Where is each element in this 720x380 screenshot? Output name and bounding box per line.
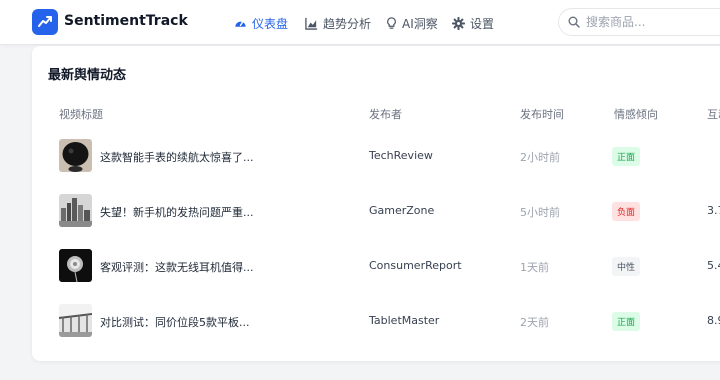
chart-area-icon: [305, 17, 318, 30]
publish-time: 2小时前: [520, 151, 560, 164]
table-row[interactable]: 失望！新手机的发热问题严重... GamerZone 5小时前 负面 3.7: [32, 187, 720, 242]
column-header-video-title: 视频标题: [59, 108, 103, 121]
column-header-publisher: 发布者: [369, 108, 402, 121]
publisher: TabletMaster: [369, 314, 440, 327]
column-header-interaction: 互动: [707, 108, 720, 121]
bridge-thumbnail: [59, 304, 92, 337]
nav-item-label: 趋势分析: [323, 17, 372, 31]
sentiment-badge: 正面: [612, 312, 641, 331]
interaction-count: 8.9: [707, 314, 720, 327]
search-box[interactable]: [558, 8, 720, 36]
publish-time: 5小时前: [520, 206, 560, 219]
video-title[interactable]: 客观评测：这款无线耳机值得...: [100, 259, 254, 275]
dandelion-thumbnail: [59, 249, 92, 282]
dark-object-thumbnail: [59, 139, 92, 172]
nav-item-label: AI洞察: [402, 17, 438, 31]
sentiment-feed-card: 最新舆情动态 视频标题 发布者 发布时间 情感倾向 互动 这款智能手表的续航太惊…: [32, 46, 720, 361]
publish-time: 2天前: [520, 316, 549, 329]
nav-item-trend-analysis[interactable]: 趋势分析: [305, 15, 371, 32]
publish-time: 1天前: [520, 261, 549, 274]
table-row[interactable]: 对比测试：同价位段5款平板... TabletMaster 2天前 正面 8.9: [32, 297, 720, 352]
video-title[interactable]: 失望！新手机的发热问题严重...: [100, 204, 254, 220]
nav-item-dashboard[interactable]: 仪表盘: [234, 15, 288, 32]
nav-item-settings[interactable]: 设置: [452, 15, 494, 32]
card-title: 最新舆情动态: [48, 68, 127, 83]
logo-chart-icon[interactable]: [32, 9, 58, 35]
sentiment-badge: 正面: [612, 147, 641, 166]
nav-item-label: 设置: [470, 17, 495, 31]
publisher: TechReview: [369, 149, 433, 162]
search-input[interactable]: [586, 15, 716, 29]
interaction-count: 5.4: [707, 259, 720, 272]
column-header-sentiment: 情感倾向: [614, 108, 658, 121]
gear-icon: [452, 17, 465, 30]
interaction-count: 3.7: [707, 204, 720, 217]
sentiment-badge: 中性: [612, 257, 641, 276]
publisher: ConsumerReport: [369, 259, 462, 272]
city-skyline-thumbnail: [59, 194, 92, 227]
table-row[interactable]: 这款智能手表的续航太惊喜了... TechReview 2小时前 正面: [32, 132, 720, 187]
search-icon: [568, 16, 580, 28]
video-title[interactable]: 这款智能手表的续航太惊喜了...: [100, 149, 254, 165]
sentiment-badge: 负面: [612, 202, 641, 221]
brand-name[interactable]: SentimentTrack: [64, 13, 188, 29]
dashboard-gauge-icon: [234, 17, 247, 30]
table-row[interactable]: 客观评测：这款无线耳机值得... ConsumerReport 1天前 中性 5…: [32, 242, 720, 297]
column-header-publish-time: 发布时间: [520, 108, 564, 121]
publisher: GamerZone: [369, 204, 435, 217]
lightbulb-icon: [386, 17, 397, 30]
top-navbar: SentimentTrack 仪表盘 趋势分析 AI洞察 设置 搜索商品...: [0, 0, 720, 45]
nav-item-label: 仪表盘: [252, 17, 289, 31]
nav-item-ai-insight[interactable]: AI洞察: [386, 15, 438, 32]
video-title[interactable]: 对比测试：同价位段5款平板...: [100, 314, 250, 330]
